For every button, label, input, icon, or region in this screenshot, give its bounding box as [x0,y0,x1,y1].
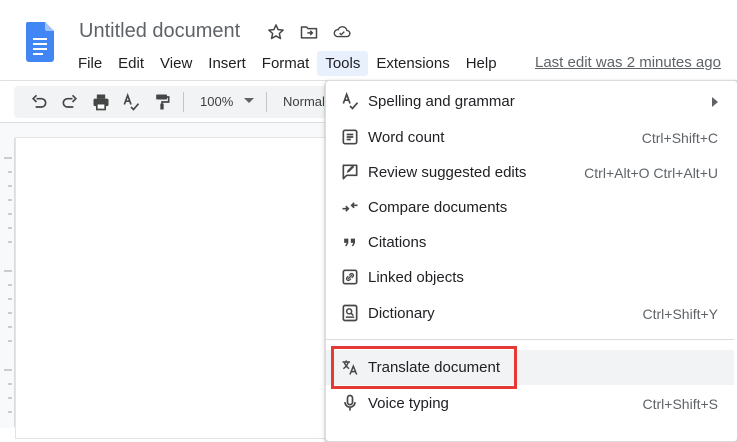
menu-dictionary[interactable]: Dictionary Ctrl+Shift+Y [326,296,734,331]
menu-spelling-and-grammar[interactable]: Spelling and grammar [326,84,734,119]
spellcheck-icon [340,91,360,111]
cloud-status-icon[interactable] [332,22,352,42]
menu-citations[interactable]: Citations [326,225,734,260]
menu-tools[interactable]: Tools [317,50,369,76]
word-count-icon [340,127,360,147]
dictionary-icon [340,303,360,323]
shortcut-label: Ctrl+Shift+S [642,395,718,412]
menu-item-label: Word count [368,129,445,146]
menu-view[interactable]: View [152,51,200,76]
paragraph-style-select[interactable]: Normal [283,94,325,109]
vertical-ruler [0,138,15,427]
menu-word-count[interactable]: Word count Ctrl+Shift+C [326,120,734,155]
redo-icon[interactable] [59,91,81,113]
menu-item-label: Compare documents [368,199,508,216]
menu-item-label: Review suggested edits [368,164,527,181]
menu-item-label: Voice typing [368,395,449,412]
quote-icon [340,232,360,252]
menu-extensions[interactable]: Extensions [368,51,457,76]
shortcut-label: Ctrl+Alt+O Ctrl+Alt+U [584,164,718,181]
review-edits-icon [340,162,360,182]
menu-compare-documents[interactable]: Compare documents [326,190,734,225]
move-to-folder-icon[interactable] [299,22,319,42]
document-title[interactable]: Untitled document [79,20,240,43]
menu-format[interactable]: Format [254,51,318,76]
shortcut-label: Ctrl+Shift+C [641,129,718,146]
shortcut-label: Ctrl+Shift+Y [642,305,718,322]
last-edit-link[interactable]: Last edit was 2 minutes ago [535,54,721,71]
menu-edit[interactable]: Edit [110,51,152,76]
menu-help[interactable]: Help [458,51,505,76]
menu-divider [326,339,734,340]
menu-item-label: Citations [368,234,427,251]
toolbar-divider [266,92,267,112]
microphone-icon [340,393,360,413]
menu-bar: File Edit View Insert Format Tools Exten… [70,50,505,76]
spellcheck-icon[interactable] [120,91,142,113]
menu-review-suggested-edits[interactable]: Review suggested edits Ctrl+Alt+O Ctrl+A… [326,155,734,190]
compare-icon [340,197,360,217]
zoom-select[interactable]: 100% [200,94,233,109]
toolbar-divider [183,92,184,112]
menu-linked-objects[interactable]: Linked objects [326,260,734,295]
menu-voice-typing[interactable]: Voice typing Ctrl+Shift+S [326,386,734,421]
menu-item-label: Spelling and grammar [368,93,515,110]
annotation-highlight-box [331,346,517,389]
docs-logo-icon[interactable] [26,22,54,62]
link-icon [340,267,360,287]
undo-icon[interactable] [28,91,50,113]
submenu-arrow-icon [712,96,718,107]
menu-insert[interactable]: Insert [200,51,254,76]
star-icon[interactable] [266,22,286,42]
paint-format-icon[interactable] [151,91,173,113]
chevron-down-icon[interactable] [244,98,254,103]
menu-item-label: Dictionary [368,305,435,322]
print-icon[interactable] [90,91,112,113]
menu-item-label: Linked objects [368,269,464,286]
menu-file[interactable]: File [70,51,110,76]
